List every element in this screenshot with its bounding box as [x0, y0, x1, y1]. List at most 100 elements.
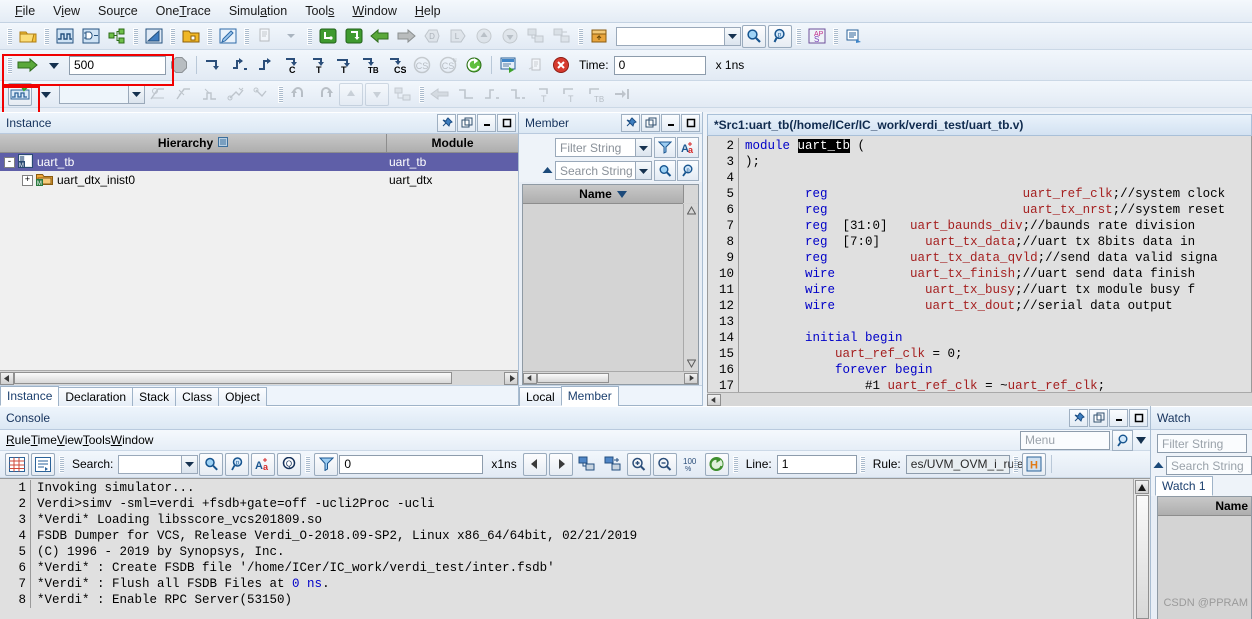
search-string-combo[interactable]: Search String: [555, 161, 652, 180]
menu-simulation[interactable]: Simulation: [220, 2, 296, 20]
column-options-icon[interactable]: [218, 136, 229, 150]
tab-local[interactable]: Local: [519, 387, 562, 406]
tab-member[interactable]: Member: [560, 386, 619, 406]
member-vscrollbar[interactable]: [683, 204, 698, 371]
apps-icon[interactable]: AP S: [805, 25, 829, 48]
search-options-button[interactable]: p: [677, 160, 699, 181]
menu-help[interactable]: Help: [406, 2, 450, 20]
scroll-left-arrow[interactable]: [523, 372, 537, 384]
load-icon[interactable]: L: [446, 25, 470, 48]
cs-next-circle-icon[interactable]: CS N: [436, 54, 460, 77]
console-menu-window[interactable]: Window: [111, 433, 154, 447]
toolbar-grip[interactable]: [278, 85, 283, 103]
search-button[interactable]: [742, 24, 766, 48]
source-code-line[interactable]: 7 reg [31:0] uart_baunds_div;//baunds ra…: [708, 218, 1251, 234]
search-combo[interactable]: [616, 26, 741, 46]
menu-onetrace[interactable]: OneTrace: [147, 2, 220, 20]
collapse-arrow-icon[interactable]: [542, 164, 553, 178]
add-waveform-signal-icon[interactable]: [8, 82, 32, 106]
column-header-name[interactable]: Name: [523, 185, 683, 204]
active-trace-back-icon[interactable]: [250, 83, 274, 106]
signal-combo[interactable]: [59, 84, 145, 104]
chevron-down-icon[interactable]: [181, 455, 198, 473]
driver-icon[interactable]: D: [420, 25, 444, 48]
undock-icon[interactable]: [1089, 409, 1108, 427]
undock-icon[interactable]: [641, 114, 660, 132]
minimize-icon[interactable]: [661, 114, 680, 132]
scroll-up-arrow[interactable]: [1135, 480, 1149, 494]
prev-transition-icon[interactable]: [428, 83, 452, 106]
minimize-icon[interactable]: [1109, 409, 1128, 427]
add-to-window-icon[interactable]: [524, 25, 548, 48]
source-code-line[interactable]: 6 reg uart_tx_nrst;//system reset: [708, 202, 1251, 218]
scope-down-icon[interactable]: [498, 25, 522, 48]
toolbar-grip[interactable]: [833, 27, 838, 45]
step-out-icon[interactable]: [254, 54, 278, 77]
menu-view[interactable]: View: [44, 2, 89, 20]
chevron-down-icon[interactable]: [635, 162, 651, 179]
prev-testbench-icon[interactable]: TB: [584, 83, 608, 106]
minimize-icon[interactable]: [477, 114, 496, 132]
open-folder-icon[interactable]: [16, 25, 40, 48]
toolbar-grip[interactable]: [305, 455, 311, 473]
goto-bottom-icon[interactable]: [365, 82, 389, 106]
tab-watch-1[interactable]: Watch 1: [1155, 476, 1213, 496]
console-search-combo[interactable]: [118, 454, 199, 474]
source-code-view[interactable]: 2 module uart_tb (3); 4 5 reg uart_ref_clk…: [707, 136, 1252, 392]
tree-expander[interactable]: -: [4, 156, 15, 168]
chevron-down-icon[interactable]: [1136, 433, 1146, 447]
console-line-input[interactable]: 1: [776, 454, 857, 474]
console-menu-time[interactable]: Time: [31, 433, 57, 447]
report-icon[interactable]: [842, 25, 866, 48]
console-log-line[interactable]: 6 *Verdi* : Create FSDB file '/home/ICer/…: [0, 560, 1133, 576]
menu-source[interactable]: Source: [89, 2, 147, 20]
redo-icon[interactable]: [313, 83, 337, 106]
member-list[interactable]: Name: [522, 184, 699, 385]
run-to-testbench-icon[interactable]: TB: [358, 54, 382, 77]
scroll-right-arrow[interactable]: [504, 371, 518, 385]
member-hscrollbar[interactable]: [523, 371, 698, 384]
scope-up-icon[interactable]: [472, 25, 496, 48]
watch-search-input[interactable]: Search String: [1166, 456, 1252, 475]
toolbar-grip[interactable]: [1012, 455, 1018, 473]
toolbar-grip[interactable]: [732, 455, 738, 473]
goto-top-icon[interactable]: [339, 82, 363, 106]
console-log-line[interactable]: 1 Invoking simulator...: [0, 480, 1133, 496]
scroll-up-arrow[interactable]: [686, 204, 696, 218]
scroll-left-arrow[interactable]: [0, 371, 14, 385]
prev-edge-icon[interactable]: [506, 83, 530, 106]
console-menu-rule[interactable]: Rule: [6, 433, 31, 447]
maximize-icon[interactable]: [1129, 409, 1148, 427]
console-search-next-button[interactable]: p: [225, 452, 250, 476]
console-grid-view-icon[interactable]: [5, 452, 29, 476]
instance-tree[interactable]: - M uart_tb uart_tb + M uart_dtx_inist0 …: [0, 153, 518, 370]
stop-simulation-button[interactable]: [167, 54, 191, 77]
menu-tools[interactable]: Tools: [296, 2, 343, 20]
add-to-new-window-icon[interactable]: [550, 25, 574, 48]
sort-descending-icon[interactable]: [616, 187, 627, 201]
run-simulation-button[interactable]: [16, 54, 40, 77]
run-to-time-icon[interactable]: T: [306, 54, 330, 77]
tab-stack[interactable]: Stack: [132, 387, 177, 406]
signal-dropdown-arrow[interactable]: [34, 83, 58, 106]
source-code-line[interactable]: 15 uart_ref_clk = 0;: [708, 346, 1251, 362]
edit-source-icon[interactable]: [216, 25, 240, 48]
console-prev-button[interactable]: [522, 452, 547, 476]
source-code-line[interactable]: 3);: [708, 154, 1251, 170]
open-recent-icon[interactable]: [179, 25, 203, 48]
toolbar-grip[interactable]: [133, 27, 138, 45]
run-dropdown-arrow[interactable]: [42, 54, 66, 77]
cs-circle-icon[interactable]: CS: [410, 54, 434, 77]
source-code-line[interactable]: 10 wire uart_tx_finish;//uart send data …: [708, 266, 1251, 282]
source-code-line[interactable]: 9 reg uart_tx_data_qvld;//send data vali…: [708, 250, 1251, 266]
source-code-line[interactable]: 2 module uart_tb (: [708, 138, 1251, 154]
step-into-icon[interactable]: [202, 54, 226, 77]
tab-object[interactable]: Object: [218, 387, 267, 406]
tab-declaration[interactable]: Declaration: [58, 387, 134, 406]
collapse-arrow-icon[interactable]: [1153, 459, 1164, 473]
search-next-button[interactable]: p: [768, 24, 792, 48]
toolbar-grip[interactable]: [307, 27, 312, 45]
console-rule-input[interactable]: es/UVM_OVM_i_rule.rc: [905, 454, 1037, 474]
chevron-down-icon[interactable]: [724, 27, 740, 45]
pin-icon[interactable]: [1069, 409, 1088, 427]
